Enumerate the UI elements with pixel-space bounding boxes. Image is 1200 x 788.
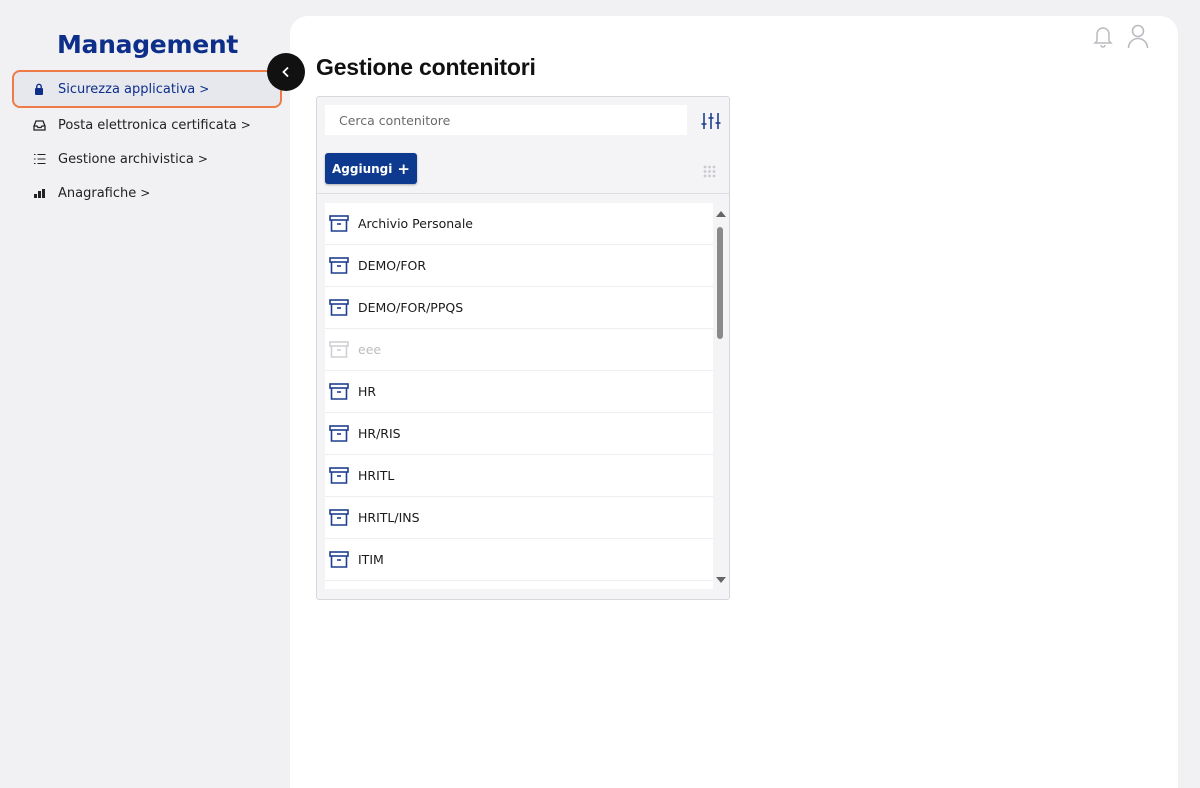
list-item[interactable]: DEMO/FOR/PPQS [325, 287, 713, 329]
list-icon [32, 152, 46, 166]
list-item[interactable]: HR/RIS [325, 413, 713, 455]
list-item[interactable]: eee [325, 329, 713, 371]
drag-grid-icon[interactable] [703, 163, 716, 182]
sidebar-item-label: Sicurezza applicativa [58, 81, 196, 97]
add-button-label: Aggiungi [332, 161, 393, 176]
list-item-label: HR [358, 384, 377, 399]
list-item-label: eee [358, 342, 382, 357]
plus-icon: + [397, 159, 410, 178]
list-item[interactable]: HRITL/INS [325, 497, 713, 539]
divider [317, 193, 729, 194]
chevron-right-icon: > [199, 82, 210, 96]
inbox-icon [32, 118, 46, 132]
top-bar-icons [1092, 24, 1150, 54]
sidebar-item-sicurezza-applicativa[interactable]: Sicurezza applicativa > [12, 70, 282, 108]
sidebar-item-gestione-archivistica[interactable]: Gestione archivistica > [12, 142, 282, 176]
chevron-left-icon [282, 66, 289, 78]
filter-settings-icon[interactable] [701, 111, 721, 131]
sidebar: Management Sicurezza applicativa > Posta… [0, 0, 290, 788]
sidebar-nav: Sicurezza applicativa > Posta elettronic… [12, 70, 282, 210]
list-item[interactable]: HRITL [325, 455, 713, 497]
sidebar-item-posta-elettronica-certificata[interactable]: Posta elettronica certificata > [12, 108, 282, 142]
list-item[interactable]: Archivio Personale [325, 203, 713, 245]
sidebar-item-anagrafiche[interactable]: Anagrafiche > [12, 176, 282, 210]
list-item-label: HR/RIS [358, 426, 401, 441]
archive-box-icon [329, 383, 349, 400]
list-item-label: Archivio Personale [358, 216, 474, 231]
archive-box-icon [329, 215, 349, 232]
list-item[interactable]: ITIM [325, 539, 713, 581]
chevron-right-icon: > [140, 186, 151, 200]
archive-box-icon [329, 341, 349, 358]
bell-icon[interactable] [1092, 24, 1114, 54]
search-input[interactable] [325, 105, 687, 135]
sidebar-brand: Management [56, 30, 239, 59]
scroll-down-arrow-icon[interactable] [716, 577, 726, 583]
chevron-right-icon: > [197, 152, 208, 166]
list-item-label: ITIM [358, 552, 384, 567]
list-item[interactable]: HR [325, 371, 713, 413]
list-item-label: DEMO/FOR [358, 258, 427, 273]
archive-box-icon [329, 509, 349, 526]
user-icon[interactable] [1126, 24, 1150, 54]
add-button[interactable]: Aggiungi + [325, 153, 417, 184]
archive-box-icon [329, 425, 349, 442]
list-item-label: HRITL [358, 468, 395, 483]
sidebar-item-label: Posta elettronica certificata [58, 117, 237, 133]
chevron-right-icon: > [240, 118, 251, 132]
archive-box-icon [329, 299, 349, 316]
page-title: Gestione contenitori [316, 54, 536, 80]
list-item-label: DEMO/FOR/PPQS [358, 300, 464, 315]
archive-box-icon [329, 551, 349, 568]
chart-icon [32, 186, 46, 200]
collapse-sidebar-button[interactable] [267, 53, 305, 91]
sidebar-item-label: Anagrafiche [58, 185, 137, 201]
list-item[interactable]: DEMO/FOR [325, 245, 713, 287]
containers-panel: Aggiungi + Archivio Personale DEMO/FOR DEM… [316, 96, 730, 600]
list-scrollbar[interactable] [713, 207, 727, 583]
lock-icon [32, 82, 46, 96]
main-content: Gestione contenitori Aggiungi + Archivio… [290, 16, 1178, 788]
archive-box-icon [329, 467, 349, 484]
archive-box-icon [329, 257, 349, 274]
containers-list: Archivio Personale DEMO/FOR DEMO/FOR/PPQS e… [325, 203, 713, 589]
list-item-label: HRITL/INS [358, 510, 420, 525]
scrollbar-thumb[interactable] [717, 227, 723, 339]
scroll-up-arrow-icon[interactable] [716, 211, 726, 217]
sidebar-item-label: Gestione archivistica [58, 151, 194, 167]
